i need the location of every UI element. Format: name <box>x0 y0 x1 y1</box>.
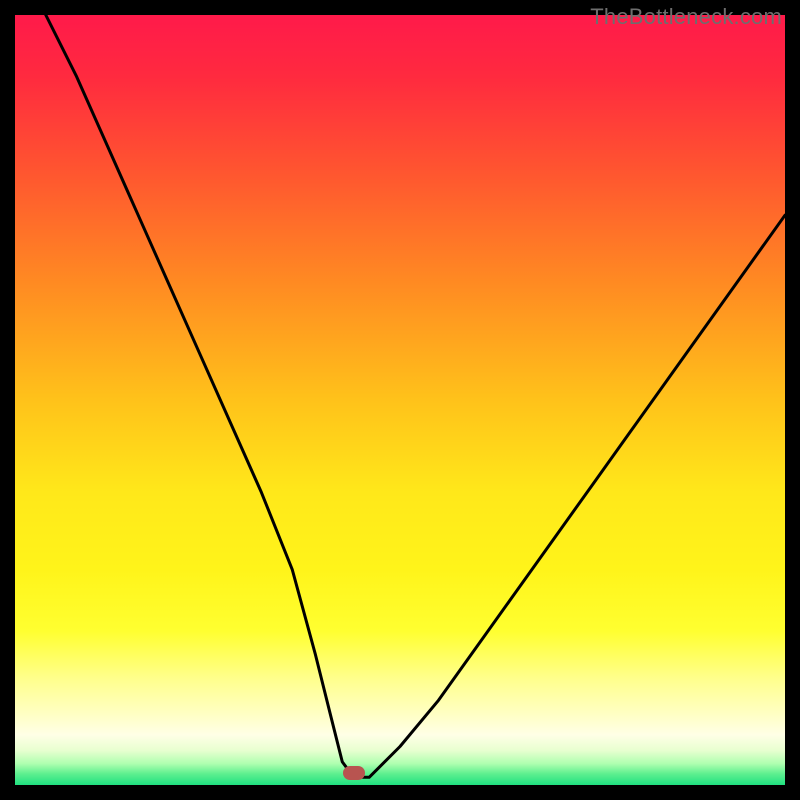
optimal-point-marker <box>343 766 365 780</box>
watermark-text: TheBottleneck.com <box>590 4 782 30</box>
bottleneck-chart <box>15 15 785 785</box>
chart-frame <box>15 15 785 785</box>
gradient-background <box>15 15 785 785</box>
